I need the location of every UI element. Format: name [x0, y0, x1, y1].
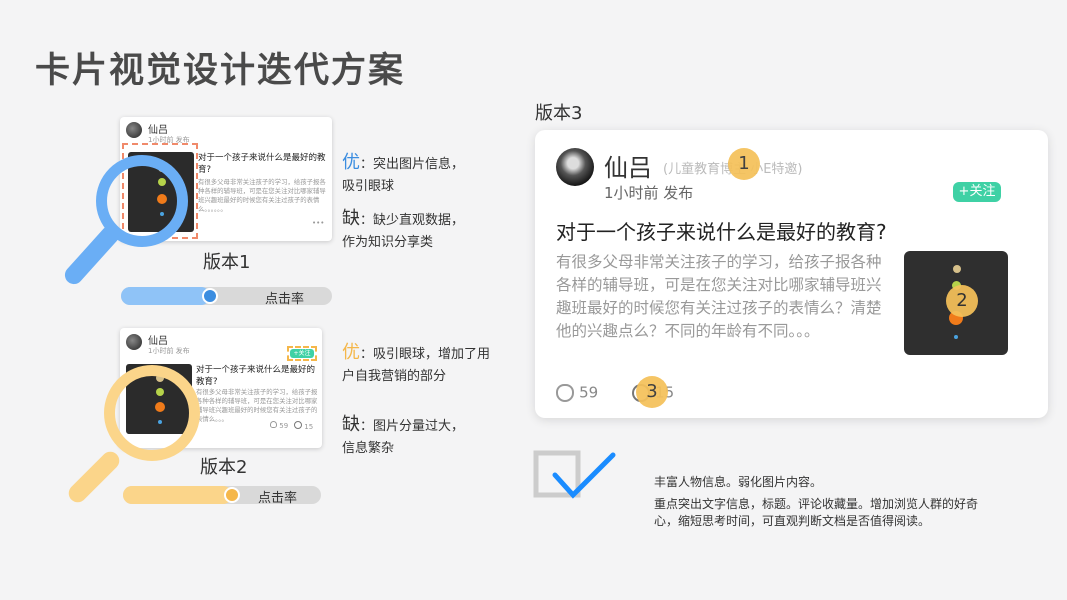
like-count: 59 [579, 383, 599, 402]
like-icon [270, 421, 277, 428]
callout-badge-1: 1 [728, 148, 760, 180]
like-stat[interactable]: 59 [270, 421, 288, 430]
post-excerpt: 有很多父母非常关注孩子的学习，给孩子报各种各样的辅导班，可是在您关注对比哪家辅导… [556, 253, 882, 340]
avatar [556, 148, 594, 186]
con-label: 缺 [342, 208, 360, 229]
ctr-bar-2: 点击率 [123, 486, 321, 506]
ctr-bar-label: 点击率 [258, 491, 298, 506]
ctr-bar-fill [121, 287, 210, 305]
callout-badge-3: 3 [636, 376, 668, 408]
pro-label: 优 [342, 152, 360, 173]
magnifier-handle [65, 448, 123, 506]
summary-line-2: 重点突出文字信息，标题。评论收藏量。增加浏览人群的好奇心，缩短思考时间，可直观判… [654, 497, 979, 528]
con-text: ：图片分量过大，信息繁杂 [342, 419, 465, 456]
summary-line-1: 丰富人物信息。弱化图片内容。 [654, 475, 823, 489]
follow-button[interactable]: +关注 [290, 349, 314, 358]
ctr-bar-fill [123, 486, 232, 504]
like-count: 59 [279, 422, 289, 430]
version3-card[interactable]: 仙吕 (儿童教育博主 小E特邀) 1小时前 发布 +关注 对于一个孩子来说什么是… [535, 130, 1048, 418]
version2-con: 缺：图片分量过大，信息繁杂 [342, 410, 472, 459]
post-excerpt: 有很多父母非常关注孩子的学习，给孩子报各种各样的辅导班，可是在您关注对比哪家辅导… [196, 388, 318, 423]
magnifier-lens-icon [96, 155, 188, 247]
callout-badge-2: 2 [946, 285, 978, 317]
author-name: 仙吕 [604, 154, 652, 182]
like-icon [556, 383, 574, 402]
pro-label: 优 [342, 342, 360, 363]
comment-icon [294, 421, 302, 429]
version1-pro: 优：突出图片信息，吸引眼球 [342, 148, 472, 197]
pro-text: ：突出图片信息，吸引眼球 [342, 157, 465, 194]
post-question: 对于一个孩子来说什么是最好的教育? [196, 365, 316, 387]
avatar [126, 122, 142, 138]
post-excerpt: 有很多父母非常关注孩子的学习，给孩子报各种各样的辅导班，可是在您关注对比哪家辅导… [198, 178, 326, 213]
comment-stat[interactable]: 15 [294, 421, 313, 431]
version2-label: 版本2 [200, 457, 248, 478]
con-label: 缺 [342, 414, 360, 435]
ctr-bar-knob[interactable] [223, 487, 240, 503]
more-icon[interactable]: ••• [312, 219, 324, 227]
avatar [126, 334, 142, 350]
ctr-bar-1: 点击率 [121, 287, 332, 307]
con-text: ：缺少直观数据，作为知识分享类 [342, 213, 465, 250]
version1-label: 版本1 [203, 252, 251, 273]
magnifier-lens-icon [104, 365, 200, 461]
ctr-bar-knob[interactable] [201, 288, 218, 304]
follow-highlight-frame: +关注 [287, 346, 317, 361]
version1-con: 缺：缺少直观数据，作为知识分享类 [342, 204, 472, 253]
author-name: 仙吕 [148, 336, 168, 347]
post-time: 1小时前 发布 [604, 184, 694, 202]
slide-title: 卡片视觉设计迭代方案 [35, 51, 406, 91]
post-question: 对于一个孩子来说什么是最好的教育? [556, 220, 887, 244]
like-stat[interactable]: 59 [556, 382, 598, 402]
comment-count: 15 [304, 423, 314, 431]
post-question: 对于一个孩子来说什么是最好的教育? [198, 153, 326, 175]
ctr-bar-label: 点击率 [265, 292, 305, 307]
version2-pro: 优：吸引眼球，增加了用户自我营销的部分 [342, 338, 492, 387]
version3-label: 版本3 [535, 103, 583, 124]
pro-text: ：吸引眼球，增加了用户自我营销的部分 [342, 347, 491, 384]
checkmark-icon [533, 450, 618, 500]
follow-button[interactable]: +关注 [953, 182, 1001, 202]
post-time: 1小时前 发布 [148, 347, 190, 355]
author-name: 仙吕 [148, 125, 168, 136]
